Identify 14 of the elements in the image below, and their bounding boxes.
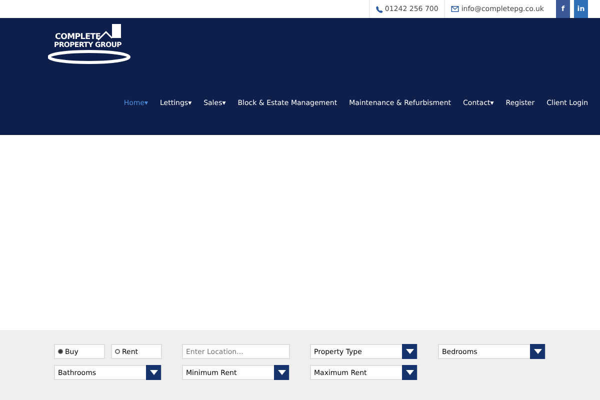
caret-icon <box>534 349 542 354</box>
caret-icon <box>406 349 414 354</box>
radio-button[interactable] <box>58 349 63 354</box>
caret-icon <box>278 370 286 375</box>
caret-icon <box>406 370 414 375</box>
dropdown-button[interactable] <box>530 344 545 359</box>
phone-icon <box>376 6 383 12</box>
dropdown-button[interactable] <box>274 365 289 380</box>
envelope-icon <box>451 6 460 12</box>
caret-icon <box>150 370 158 375</box>
dropdown-button[interactable] <box>402 344 417 359</box>
radio-button[interactable] <box>115 349 120 354</box>
dropdown-button[interactable] <box>146 365 161 380</box>
dropdown-button[interactable] <box>402 365 417 380</box>
